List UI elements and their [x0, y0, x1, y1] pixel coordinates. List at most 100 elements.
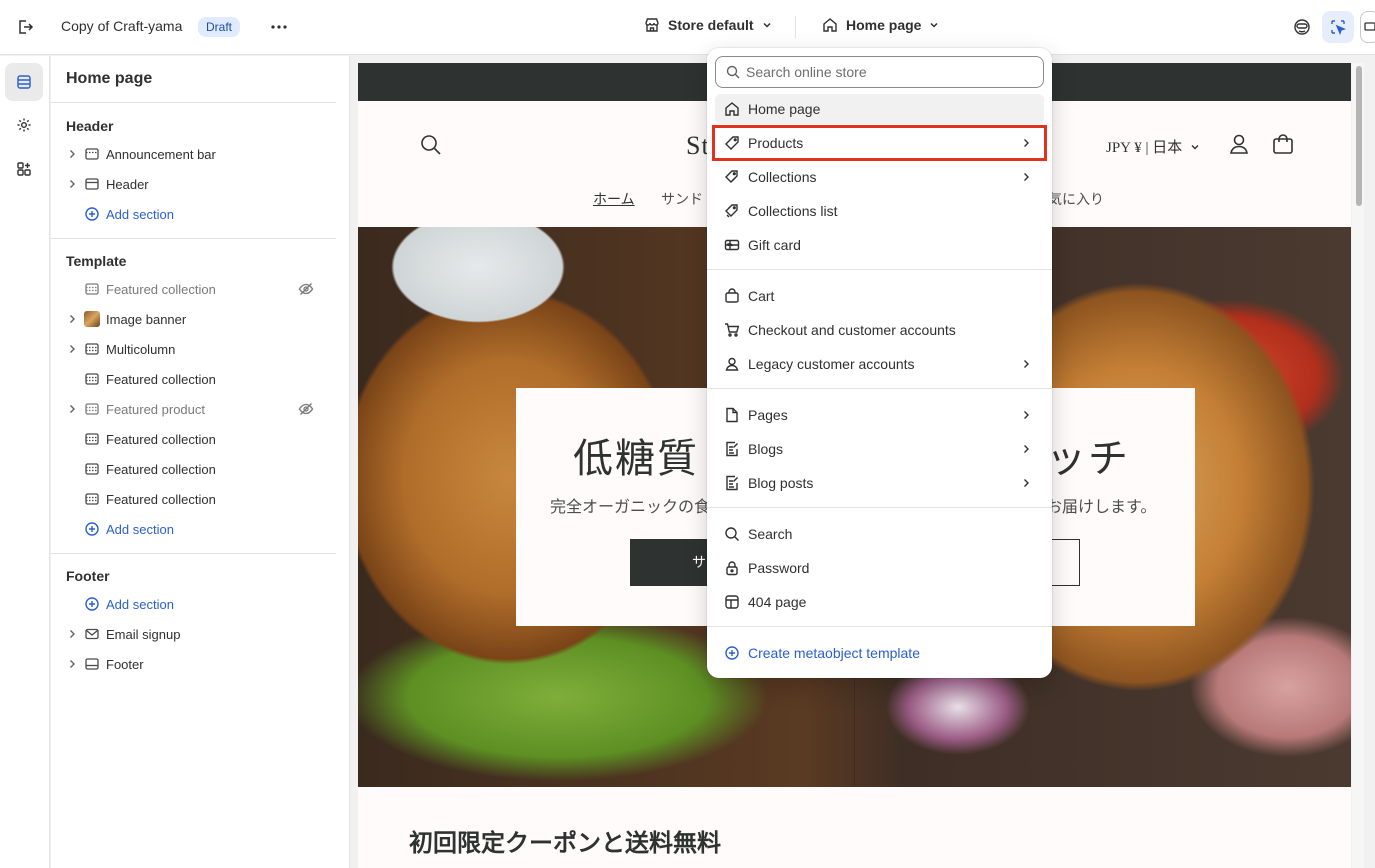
nav-link-home[interactable]: ホーム	[593, 189, 635, 209]
dropdown-item-404-page[interactable]: 404 page	[715, 587, 1044, 617]
desktop-icon	[1364, 22, 1375, 31]
image-thumbnail	[84, 311, 100, 327]
plus-circle-icon	[85, 522, 99, 536]
page-select-dropdown: Home page Products Collections Collectio…	[707, 48, 1052, 678]
section-item-featured-collection[interactable]: Featured collection	[51, 484, 336, 514]
lock-icon	[726, 561, 738, 576]
chevron-right-icon[interactable]	[66, 343, 78, 355]
section-item-label: Email signup	[106, 627, 181, 642]
chevron-right-icon[interactable]	[66, 403, 78, 415]
chevron-right-icon[interactable]	[66, 658, 78, 670]
section-item-announcement-bar[interactable]: Announcement bar	[51, 139, 336, 169]
exit-editor-button[interactable]	[12, 14, 38, 40]
section-item-featured-collection[interactable]: Featured collection	[51, 274, 336, 304]
cart-icon[interactable]	[1272, 133, 1294, 155]
chevron-right-icon[interactable]	[66, 313, 78, 325]
chevron-right-icon	[1024, 360, 1029, 368]
hero-title: 低糖質	[573, 436, 699, 481]
section-icon	[85, 463, 99, 475]
dropdown-item-blogs[interactable]: Blogs	[715, 434, 1044, 464]
chevron-down-icon	[763, 22, 771, 28]
group-heading-header: Header	[66, 118, 114, 134]
chevron-right-icon[interactable]	[66, 178, 78, 190]
home-icon	[725, 102, 739, 116]
section-item-featured-collection[interactable]: Featured collection	[51, 364, 336, 394]
page-select[interactable]: Home page	[822, 17, 939, 33]
rail-sections-button[interactable]	[5, 63, 43, 101]
person-icon	[725, 357, 739, 371]
add-section-button[interactable]: Add section	[51, 589, 336, 619]
section-item-multicolumn[interactable]: Multicolumn	[51, 334, 336, 364]
section-icon	[85, 283, 99, 295]
device-preview-button[interactable]	[1360, 11, 1375, 43]
gift-card-icon	[724, 239, 740, 251]
blog-post-icon	[726, 475, 738, 491]
dropdown-item-checkout[interactable]: Checkout and customer accounts	[715, 315, 1044, 345]
dropdown-item-cart[interactable]: Cart	[715, 281, 1044, 311]
inspector-toggle-button[interactable]	[1322, 11, 1354, 43]
hidden-eye-icon[interactable]	[298, 281, 314, 297]
section-icon	[85, 433, 99, 445]
cart-icon	[725, 323, 740, 337]
section-item-label: Featured collection	[106, 432, 216, 447]
add-section-label: Add section	[106, 597, 174, 612]
tag-icon	[725, 136, 739, 150]
section-item-label: Featured collection	[106, 492, 216, 507]
preview-scrollbar-thumb[interactable]	[1356, 66, 1362, 206]
sections-icon	[17, 75, 31, 89]
section-item-featured-collection[interactable]: Featured collection	[51, 424, 336, 454]
collection-list-icon	[725, 204, 738, 218]
hidden-eye-icon[interactable]	[298, 401, 314, 417]
add-section-button[interactable]: Add section	[51, 514, 336, 544]
dropdown-item-label: Password	[748, 560, 810, 576]
section-item-image-banner[interactable]: Image banner	[51, 304, 336, 334]
divider	[51, 102, 336, 103]
search-icon[interactable]	[420, 134, 442, 156]
dropdown-item-pages[interactable]: Pages	[715, 400, 1044, 430]
dropdown-item-label: Legacy customer accounts	[748, 356, 915, 372]
chevron-right-icon[interactable]	[66, 148, 78, 160]
dropdown-item-collections-list[interactable]: Collections list	[715, 196, 1044, 226]
apps-icon	[17, 162, 31, 176]
section-icon	[85, 493, 99, 505]
dropdown-item-password[interactable]: Password	[715, 553, 1044, 583]
nav-link-sand[interactable]: サンド	[661, 189, 703, 209]
gear-icon	[17, 118, 31, 132]
ellipsis-icon	[271, 25, 287, 29]
rail-apps-button[interactable]	[5, 150, 43, 188]
sidekick-button[interactable]	[1289, 14, 1315, 40]
dropdown-item-label: Collections	[748, 169, 817, 185]
search-icon	[726, 65, 740, 79]
currency-selector[interactable]: JPY ¥ | 日本	[1106, 136, 1200, 157]
plus-circle-icon	[85, 597, 99, 611]
section-icon	[85, 403, 99, 415]
dropdown-item-collections[interactable]: Collections	[715, 162, 1044, 192]
chevron-right-icon[interactable]	[66, 628, 78, 640]
account-icon[interactable]	[1228, 133, 1250, 155]
add-section-button[interactable]: Add section	[51, 199, 336, 229]
section-item-email-signup[interactable]: Email signup	[51, 619, 336, 649]
section-item-label: Featured collection	[106, 372, 216, 387]
dropdown-item-gift-card[interactable]: Gift card	[715, 230, 1044, 260]
chevron-right-icon	[1024, 445, 1029, 453]
more-actions-button[interactable]	[266, 14, 292, 40]
dropdown-item-home-page[interactable]: Home page	[715, 94, 1044, 124]
select-cursor-icon	[1331, 20, 1346, 35]
section-item-featured-product[interactable]: Featured product	[51, 394, 336, 424]
search-input[interactable]	[746, 57, 1036, 87]
dropdown-item-blog-posts[interactable]: Blog posts	[715, 468, 1044, 498]
dropdown-item-label: Home page	[748, 101, 821, 117]
dropdown-item-products[interactable]: Products	[715, 128, 1044, 158]
rail-settings-button[interactable]	[5, 106, 43, 144]
theme-select[interactable]: Store default	[644, 17, 772, 33]
section-item-header[interactable]: Header	[51, 169, 336, 199]
dropdown-search[interactable]	[715, 56, 1044, 88]
create-metaobject-template-link[interactable]: Create metaobject template	[715, 638, 1044, 668]
dropdown-item-legacy-accounts[interactable]: Legacy customer accounts	[715, 349, 1044, 379]
bag-icon	[725, 288, 739, 303]
section-item-label: Image banner	[106, 312, 187, 327]
section-item-footer[interactable]: Footer	[51, 649, 336, 679]
section-item-featured-collection[interactable]: Featured collection	[51, 454, 336, 484]
dropdown-item-search[interactable]: Search	[715, 519, 1044, 549]
editor-topbar: Copy of Craft-yama Draft Store default H…	[0, 0, 1375, 55]
